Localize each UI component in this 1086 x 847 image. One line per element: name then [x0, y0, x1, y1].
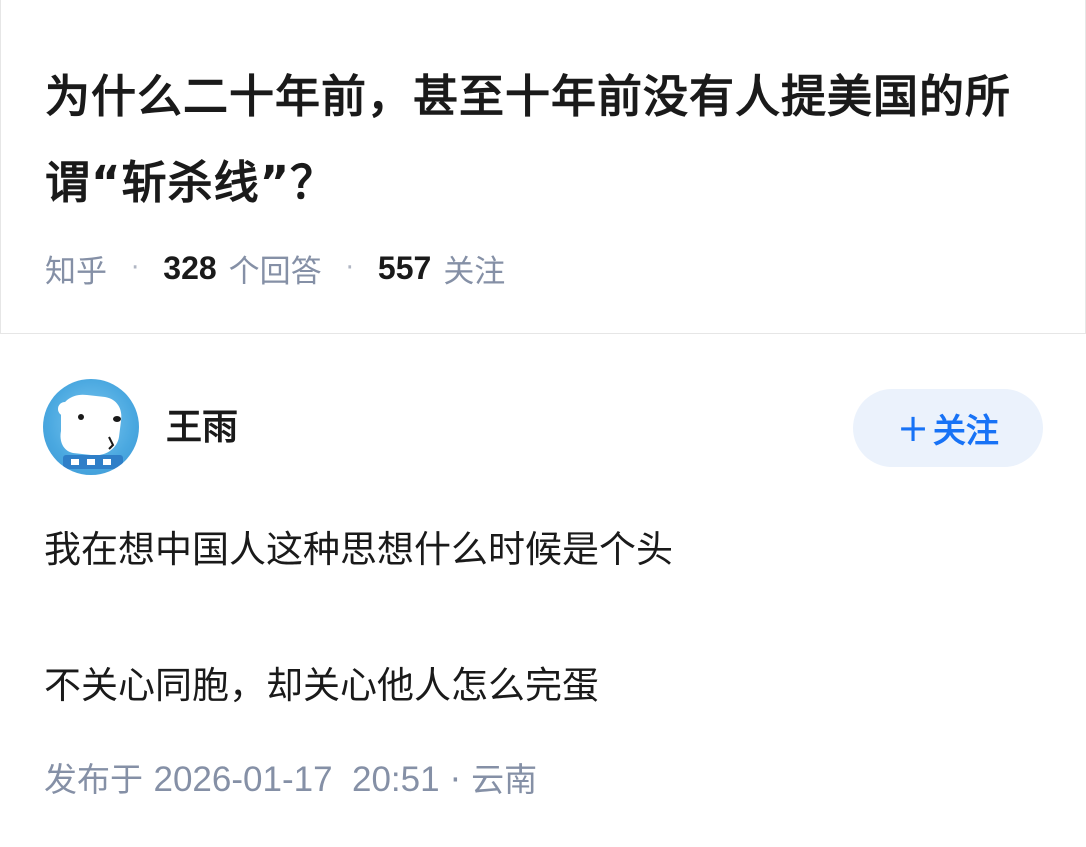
- follow-count: 557: [377, 249, 432, 286]
- answer-count-label: 个回答: [228, 253, 322, 290]
- meta-separator: ·: [131, 253, 140, 283]
- publish-location: 云南: [471, 760, 538, 799]
- question-title[interactable]: 为什么二十年前，甚至十年前没有人提美国的所谓“斩杀线”？: [45, 54, 1045, 226]
- answer-paragraph: 我在想中国人这种思想什么时候是个头: [44, 528, 673, 571]
- answer-paragraph: 不关心同胞，却关心他人怎么完蛋: [44, 664, 599, 707]
- polar-bear-avatar-icon: [58, 394, 123, 469]
- author-name[interactable]: 王雨: [166, 406, 238, 450]
- source-label[interactable]: 知乎: [45, 246, 107, 291]
- publish-datetime: 2026-01-17 20:51: [153, 760, 440, 799]
- follow-button-label: 关注: [932, 411, 999, 450]
- author-avatar[interactable]: [43, 379, 139, 475]
- follow-button[interactable]: + 关注: [853, 389, 1043, 467]
- answer-card: 王雨 + 关注 我在想中国人这种思想什么时候是个头 不关心同胞，却关心他人怎么完…: [0, 334, 1086, 847]
- question-card: 为什么二十年前，甚至十年前没有人提美国的所谓“斩杀线”？ 知乎 · 328 个回…: [0, 0, 1086, 334]
- follow-count-label: 关注: [443, 253, 506, 290]
- question-meta: 知乎 · 328 个回答 · 557 关注: [45, 244, 505, 292]
- meta-separator: ·: [345, 253, 354, 283]
- plus-icon: +: [897, 406, 929, 450]
- publish-separator: ·: [450, 760, 461, 799]
- publish-prefix: 发布于: [44, 760, 143, 799]
- publish-info: 发布于 2026-01-17 20:51 · 云南: [44, 758, 537, 802]
- answer-count: 328: [163, 249, 217, 286]
